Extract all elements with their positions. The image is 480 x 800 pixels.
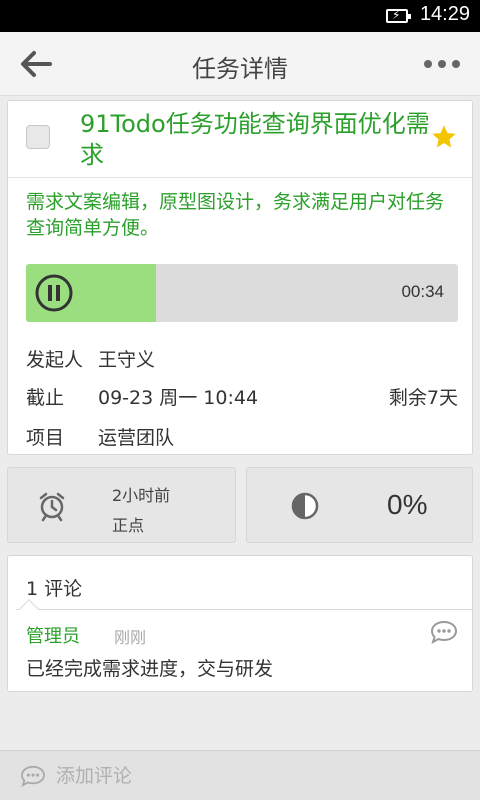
progress-pie-icon <box>291 492 319 520</box>
project-row: 项目 运营团队 <box>26 423 458 450</box>
reminder-button[interactable]: 2小时前 正点 <box>7 467 236 543</box>
alarm-clock-icon <box>36 490 68 522</box>
remaining-days: 剩余7天 <box>388 387 458 409</box>
task-description: 需求文案编辑，原型图设计，务求满足用户对任务查询简单方便。 <box>26 191 445 239</box>
divider <box>8 177 472 178</box>
comments-card: 1 评论 管理员 刚刚 已经完成需求进度，交与研发 <box>7 555 473 692</box>
comment-input-bar <box>0 750 480 800</box>
comment-text: 已经完成需求进度，交与研发 <box>26 658 274 680</box>
task-card: 91Todo任务功能查询界面优化需求 需求文案编辑，原型图设计，务求满足用户对任… <box>7 100 473 455</box>
project-label: 项目 <box>26 427 65 449</box>
progress-percent: 0% <box>387 489 428 520</box>
comment-time: 刚刚 <box>114 628 147 647</box>
reminder-mode: 正点 <box>112 516 145 535</box>
voice-duration: 00:34 <box>401 282 444 301</box>
divider <box>16 609 472 610</box>
task-title: 91Todo任务功能查询界面优化需求 <box>80 110 430 169</box>
reply-bubble-icon[interactable] <box>430 620 458 645</box>
deadline-row: 截止 09-23 周一 10:44 剩余7天 <box>26 383 458 410</box>
project-value: 运营团队 <box>98 427 175 449</box>
page-title: 任务详情 <box>192 55 288 83</box>
comment-bubble-icon <box>20 765 46 788</box>
deadline-label: 截止 <box>26 387 65 409</box>
star-icon[interactable] <box>430 123 458 151</box>
status-time: 14:29 <box>419 3 470 25</box>
initiator-value: 王守义 <box>98 349 156 371</box>
reminder-time: 2小时前 <box>112 486 171 505</box>
voice-note-player[interactable]: 00:34 <box>26 264 458 322</box>
progress-button[interactable]: 0% <box>246 467 473 543</box>
battery-charging-icon: ⚡ <box>386 8 411 23</box>
initiator-label: 发起人 <box>26 349 84 371</box>
comment-pointer <box>19 599 39 619</box>
pause-icon[interactable] <box>34 273 74 313</box>
initiator-row: 发起人 王守义 <box>26 345 458 372</box>
deadline-value: 09-23 周一 10:44 <box>98 387 259 409</box>
comments-count: 1 评论 <box>26 578 83 600</box>
comment-author: 管理员 <box>26 626 80 647</box>
task-complete-checkbox[interactable] <box>26 125 50 149</box>
status-bar: ⚡ 14:29 <box>0 0 480 32</box>
more-dots-icon[interactable] <box>422 52 462 76</box>
add-comment-input[interactable] <box>56 759 456 793</box>
title-bar: 任务详情 <box>0 32 480 96</box>
